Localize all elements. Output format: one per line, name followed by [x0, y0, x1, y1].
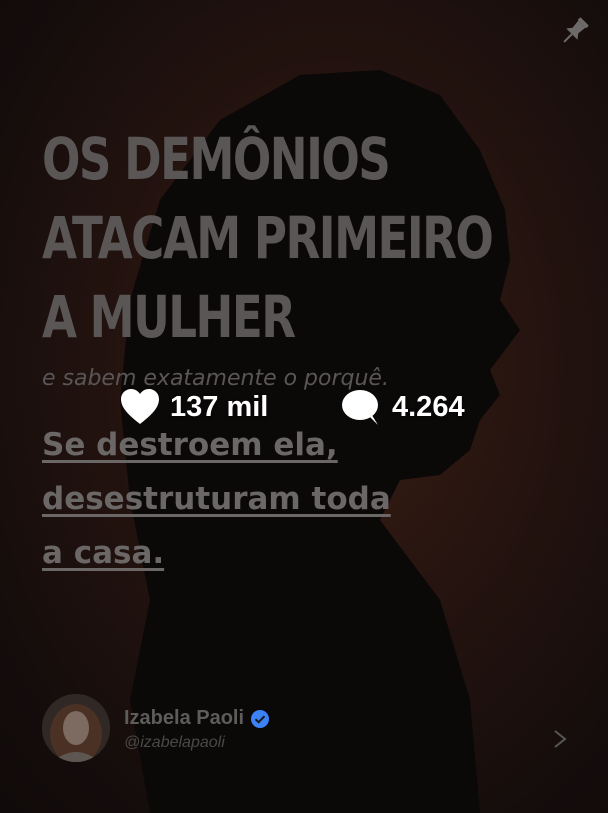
- author-handle[interactable]: @izabelapaoli: [124, 734, 225, 752]
- heart-icon: [121, 389, 159, 424]
- likes-stat[interactable]: 137 mil: [120, 386, 268, 428]
- verified-badge-icon: [251, 709, 270, 728]
- comment-bubble-icon: [342, 390, 378, 425]
- statement-line: desestruturam toda: [42, 481, 391, 517]
- author-avatar-image: [42, 694, 110, 762]
- statement-line: a casa.: [42, 535, 165, 571]
- post-headline: OS DEMÔNIOS ATACAM PRIMEIRO A MULHER: [42, 120, 494, 357]
- post-statement: Se destroem ela, desestruturam toda a ca…: [42, 418, 522, 580]
- comments-stat[interactable]: 4.264: [340, 386, 465, 428]
- likes-count: 137 mil: [170, 390, 269, 423]
- pin-icon[interactable]: [556, 14, 592, 50]
- comments-count: 4.264: [392, 390, 465, 423]
- author-avatar[interactable]: [42, 694, 110, 762]
- headline-line: A MULHER: [42, 283, 296, 351]
- arrow-right-icon[interactable]: [395, 727, 570, 751]
- headline-line: ATACAM PRIMEIRO: [42, 204, 494, 272]
- author-name[interactable]: Izabela Paoli: [124, 707, 270, 730]
- headline-line: OS DEMÔNIOS: [42, 125, 391, 193]
- author-name-text: Izabela Paoli: [124, 707, 245, 729]
